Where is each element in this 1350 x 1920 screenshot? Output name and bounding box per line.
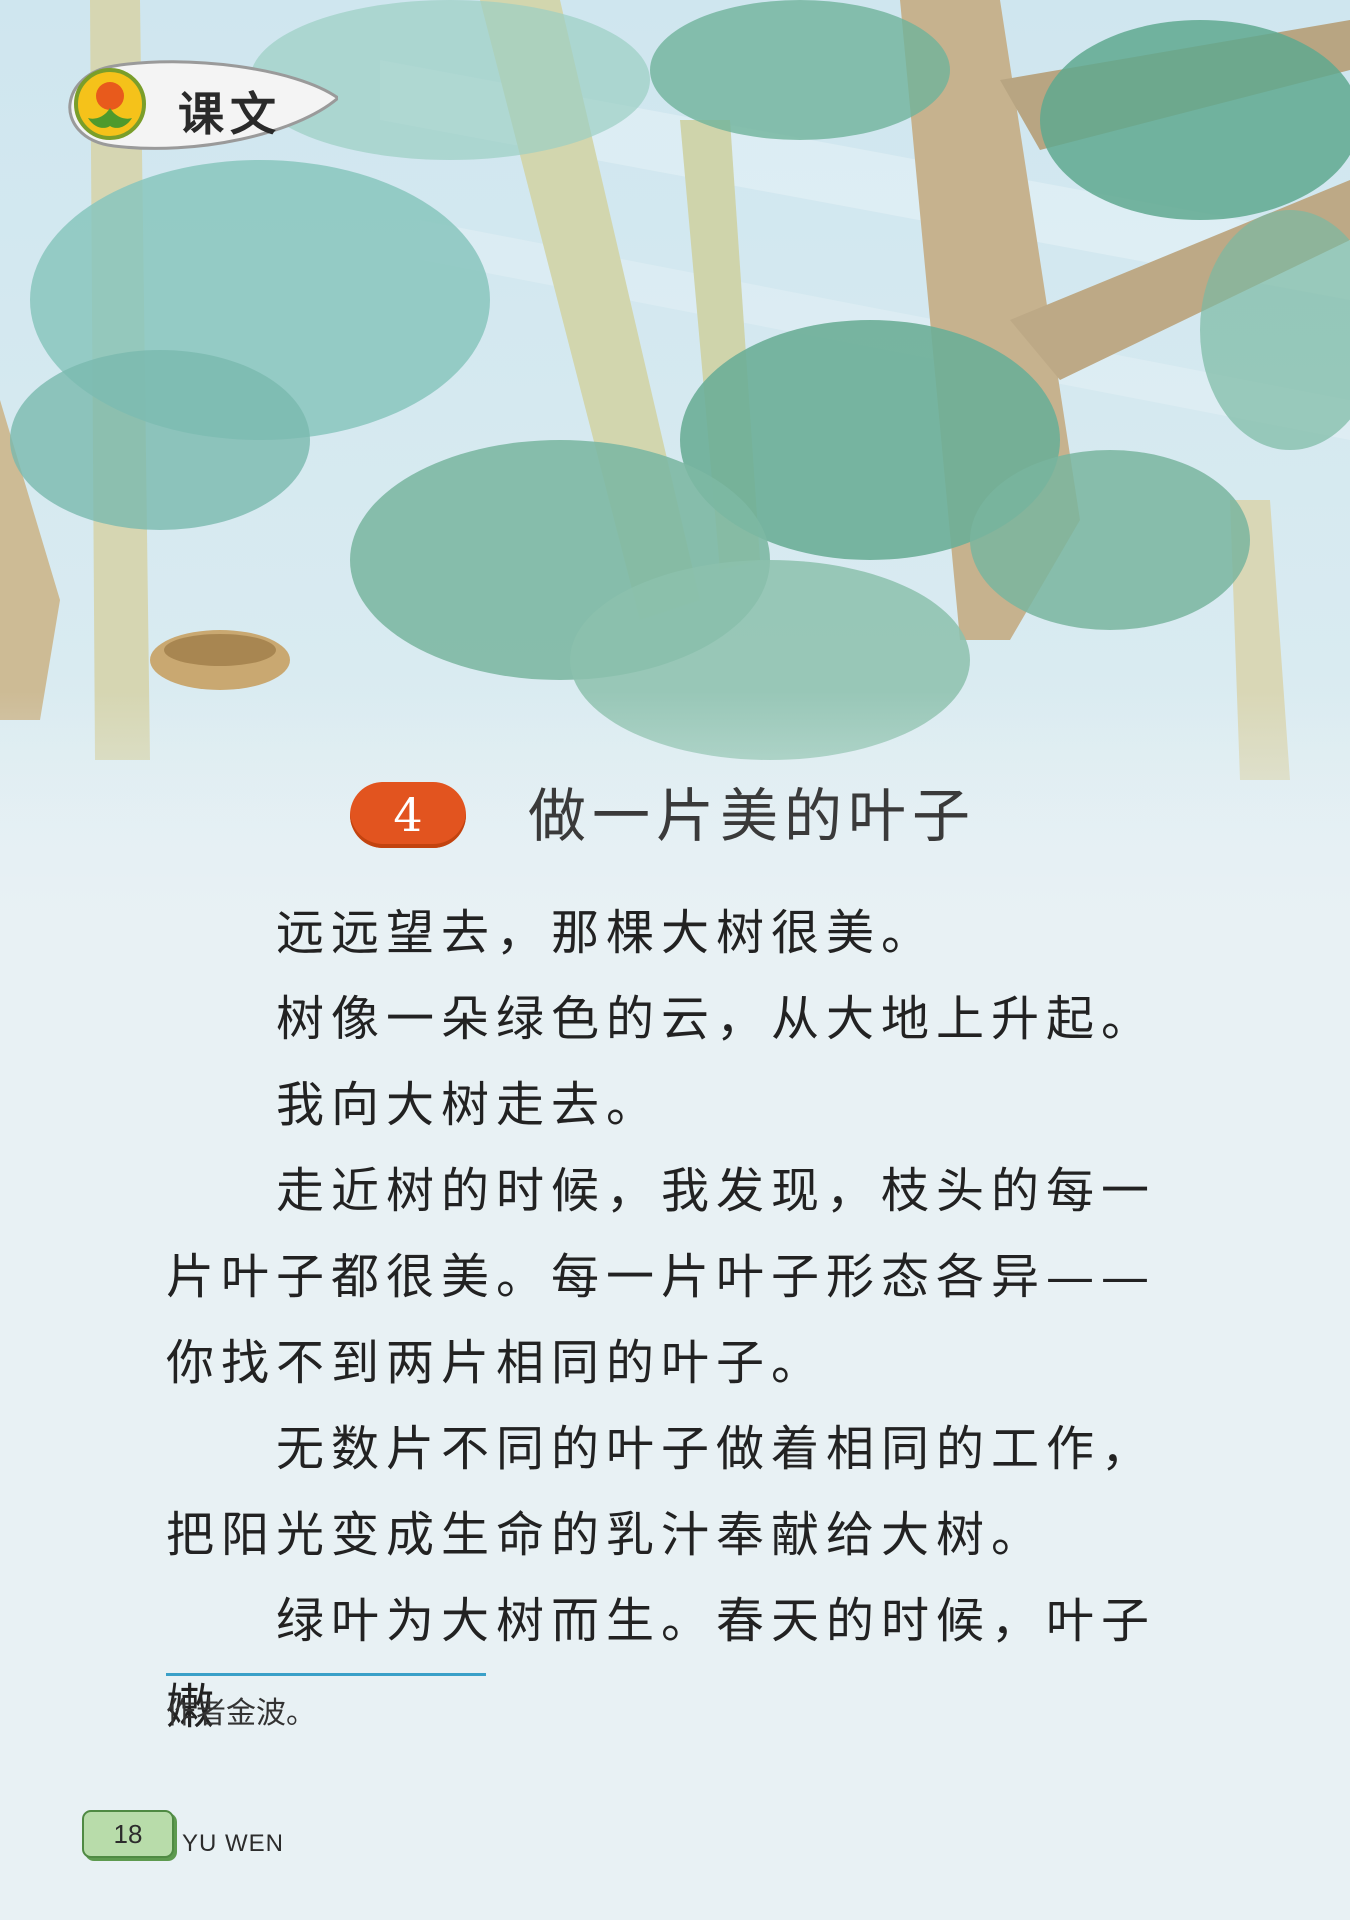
paragraph: 绿叶为大树而生。春天的时候，叶子嫩 (166, 1593, 1157, 1735)
paragraph: 我向大树走去。 (276, 1077, 662, 1133)
lesson-heading: 4 做一片美的叶子 (350, 778, 1150, 858)
paragraph: 走近树的时候，我发现，枝头的每一片叶子都很美。每一片叶子形态各异——你找不到两片… (166, 1163, 1157, 1391)
lesson-number-badge: 4 (350, 782, 466, 848)
book-label: YU WEN (182, 1830, 284, 1857)
footnote-divider (166, 1673, 486, 1676)
lesson-title: 做一片美的叶子 (528, 782, 977, 850)
paragraph: 树像一朵绿色的云，从大地上升起。 (276, 991, 1157, 1047)
paragraph: 远远望去，那棵大树很美。 (276, 905, 937, 961)
paragraph: 无数片不同的叶子做着相同的工作，把阳光变成生命的乳汁奉献给大树。 (166, 1421, 1157, 1563)
footnote: 作者金波。 (166, 1696, 316, 1731)
page-number: 18 (82, 1810, 174, 1858)
textbook-page: 课文 4 做一片美的叶子 远远望去，那棵大树很美。 树像一朵绿色的云，从大地上升… (0, 0, 1350, 1920)
section-label: 课文 (178, 87, 282, 141)
lesson-body: 远远望去，那棵大树很美。 树像一朵绿色的云，从大地上升起。 我向大树走去。 走近… (166, 890, 1196, 1750)
logo-icon (74, 68, 146, 140)
section-badge: 课文 (66, 58, 338, 154)
